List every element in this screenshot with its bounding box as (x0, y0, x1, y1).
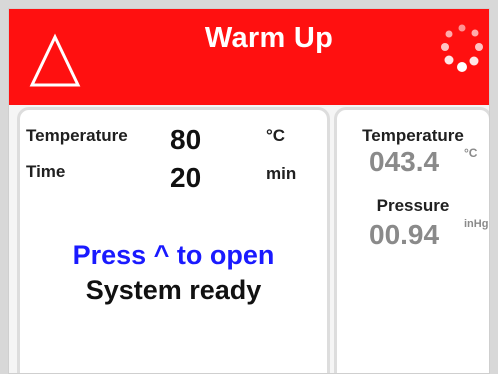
warning-triangle-icon (29, 33, 81, 87)
warm-up-screen: Warm Up Temperature 80 °C Time 20 min Pr… (8, 8, 490, 374)
readout-pressure-label: Pressure (376, 196, 450, 215)
setpoint-panel: Temperature 80 °C Time 20 min Press ^ to… (17, 107, 330, 373)
status-header: Warm Up (9, 9, 489, 105)
setpoint-time-unit: min (266, 164, 297, 183)
readout-temperature-unit: °C (464, 146, 478, 160)
setpoint-temperature-label: Temperature (26, 126, 128, 145)
readout-pressure-unit: inHg (464, 218, 489, 230)
readout-temperature-value: 043.4 (369, 146, 440, 177)
setpoint-temperature-unit: °C (266, 126, 286, 145)
setpoint-temperature-value: 80 (170, 124, 202, 155)
open-instruction-text: Press ^ to open (72, 240, 275, 270)
readout-panel: Temperature 043.4 °C Pressure 00.94 inHg (334, 107, 489, 373)
system-status-text: System ready (85, 275, 262, 305)
readout-temperature-label: Temperature (362, 126, 464, 145)
readout-pressure-value: 00.94 (369, 219, 440, 250)
setpoint-time-value: 20 (170, 162, 202, 193)
loading-spinner-icon (441, 24, 483, 72)
setpoint-time-label: Time (26, 162, 66, 181)
page-title: Warm Up (204, 22, 334, 54)
